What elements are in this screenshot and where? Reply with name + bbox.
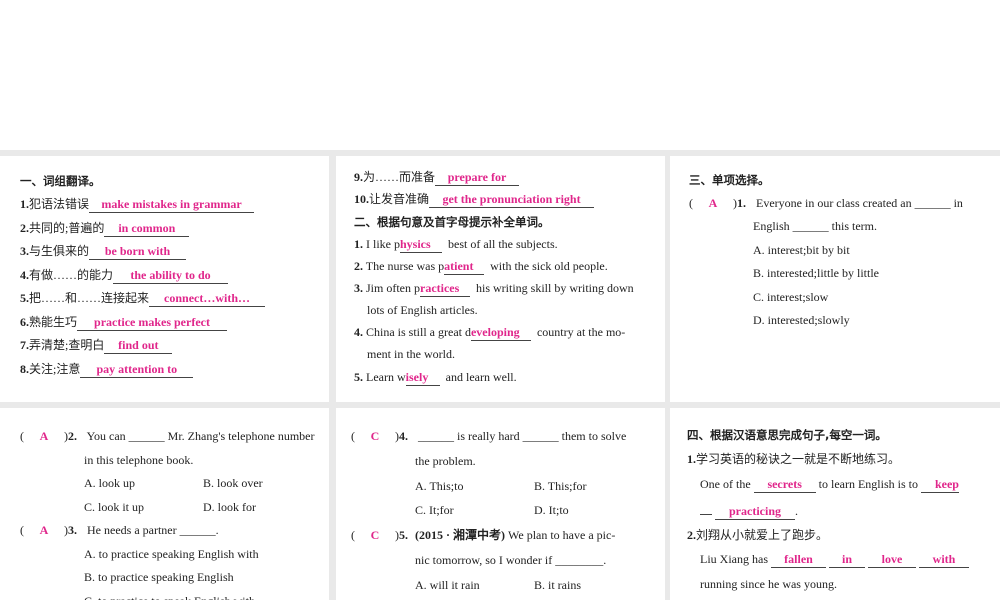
- question-text: in this telephone book.: [84, 453, 194, 467]
- option: B. look over: [203, 476, 263, 490]
- question: (A)1. Everyone in our class created an _…: [689, 193, 963, 213]
- sentence-continued: running since he was young.: [700, 577, 837, 591]
- panel-word-completion: 9.为……而准备 prepare for 10.让发音准确 get the pron…: [336, 156, 665, 402]
- list-item: 2.共同的;普遍的 in common: [20, 218, 190, 238]
- section-title: 三、单项选择。: [689, 173, 770, 187]
- list-item: 2.刘翔从小就爱上了跑步。: [687, 528, 829, 542]
- panel-multiple-choice-2: (A)2. You can ______ Mr. Zhang's telepho…: [0, 408, 329, 600]
- section-title: 二、根据句意及首字母提示补全单词。: [354, 215, 550, 229]
- list-item: 6.熟能生巧 practice makes perfect: [20, 312, 228, 332]
- sentence: Liu Xiang has fallen in love with: [700, 549, 969, 569]
- sentence: One of the secrets to learn English is t…: [700, 477, 959, 493]
- option: A. This;to: [415, 479, 464, 493]
- list-item: 5. Learn wisely and learn well.: [354, 370, 517, 386]
- question-text: the problem.: [415, 454, 476, 468]
- panel-multiple-choice-1: 三、单项选择。 (A)1. Everyone in our class crea…: [670, 156, 1000, 402]
- list-item: 4. China is still a great developing cou…: [354, 325, 626, 341]
- option: C. look it up: [84, 500, 145, 514]
- list-item: 3.与生俱来的 be born with: [20, 241, 187, 261]
- question: (C)4. ______ is really hard ______ them …: [351, 426, 626, 446]
- section-title: 一、词组翻译。: [20, 174, 101, 188]
- list-item: 4.有做……的能力 the ability to do: [20, 265, 229, 285]
- option: B. This;for: [534, 479, 587, 493]
- question: (A)3. He needs a partner ______.: [20, 520, 219, 540]
- option: D. interested;slowly: [753, 313, 850, 327]
- option: A. to practice speaking English with: [84, 547, 259, 561]
- question: (C)5. (2015 · 湘潭中考) We plan to have a pic…: [351, 525, 615, 545]
- section-title: 四、根据汉语意思完成句子,每空一词。: [687, 428, 887, 442]
- option: B. to practice speaking English: [84, 570, 234, 584]
- option: C. It;for: [415, 503, 454, 517]
- option: C. interest;slow: [753, 290, 829, 304]
- panel-multiple-choice-3: (C)4. ______ is really hard ______ them …: [336, 408, 665, 600]
- option: C. to practice to speak English with: [84, 591, 255, 600]
- list-item: 10.让发音准确 get the pronunciation right: [354, 189, 595, 209]
- option: B. it rains: [534, 578, 581, 592]
- list-item: 1. I like physics best of all the subjec…: [354, 237, 558, 253]
- question: (A)2. You can ______ Mr. Zhang's telepho…: [20, 426, 314, 446]
- answer-choice: C: [370, 429, 380, 443]
- option: A. will it rain: [415, 578, 480, 592]
- list-item: 1.犯语法错误 make mistakes in grammar: [20, 194, 255, 214]
- list-item: 5.把……和……连接起来 connect…with…: [20, 288, 266, 308]
- panel-sentence-completion: 四、根据汉语意思完成句子,每空一词。 1.学习英语的秘诀之一就是不断地练习。 O…: [670, 408, 1000, 600]
- list-item: 3. Jim often practices his writing skill…: [354, 281, 634, 297]
- option: A. look up: [84, 476, 135, 490]
- answer-choice: A: [39, 523, 49, 537]
- sentence-continued: practicing.: [700, 499, 798, 520]
- list-item: 7.弄清楚;查明白 find out: [20, 335, 173, 355]
- list-item: 9.为……而准备 prepare for: [354, 167, 520, 187]
- answer-choice: C: [370, 528, 380, 542]
- option: B. interested;little by little: [753, 266, 879, 280]
- list-item: 2. The nurse was patient with the sick o…: [354, 259, 608, 275]
- continuation-text: lots of English articles.: [367, 303, 478, 317]
- question-text: nic tomorrow, so I wonder if ________.: [415, 553, 607, 567]
- list-item: 1.学习英语的秘诀之一就是不断地练习。: [687, 452, 901, 466]
- option: D. It;to: [534, 503, 569, 517]
- list-item: 8.关注;注意 pay attention to: [20, 359, 194, 379]
- option: D. look for: [203, 500, 256, 514]
- continuation-text: ment in the world.: [367, 347, 455, 361]
- answer-choice: A: [708, 196, 718, 210]
- panel-phrase-translation: 一、词组翻译。 1.犯语法错误 make mistakes in grammar …: [0, 156, 329, 402]
- answer-choice: A: [39, 429, 49, 443]
- option: A. interest;bit by bit: [753, 243, 850, 257]
- question-text: English ______ this term.: [753, 219, 877, 233]
